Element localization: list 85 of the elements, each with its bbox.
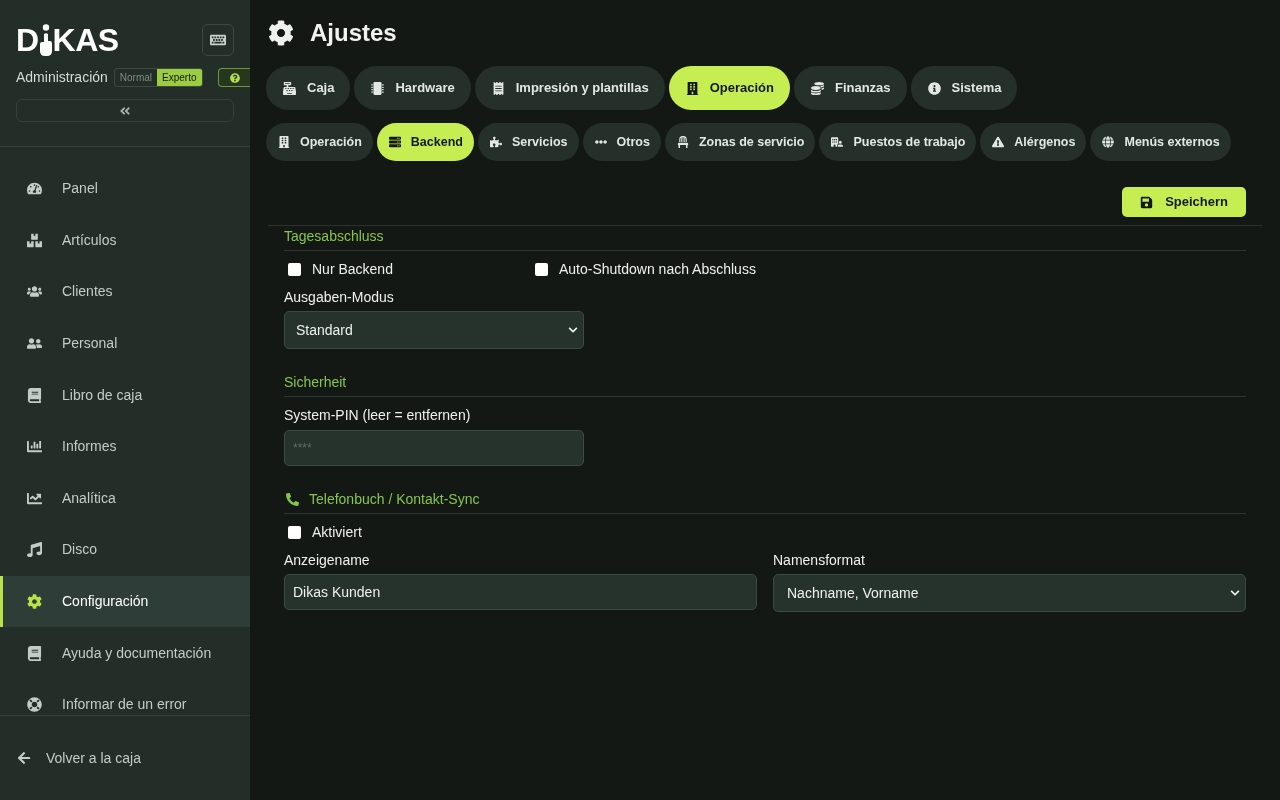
arrow-left-icon [16, 751, 32, 765]
nav-item[interactable]: Analítica [0, 472, 250, 525]
nav-item[interactable]: Ayuda y documentación [0, 627, 250, 679]
mode-option[interactable]: Experto [157, 69, 202, 86]
section-title: Sicherheit [284, 374, 347, 390]
life-ring-icon [26, 697, 42, 713]
user-pair-icon [26, 336, 42, 352]
back-link[interactable]: Volver a la caja [16, 747, 141, 769]
phone-icon [286, 492, 299, 506]
nav-item[interactable]: Personal [0, 317, 250, 370]
nav-item[interactable]: Libro de caja [0, 369, 250, 421]
chip-icon [371, 81, 385, 95]
subtab[interactable]: Backend [376, 123, 474, 161]
text-input[interactable]: Dikas Kunden [284, 574, 757, 610]
settings-icon [268, 20, 294, 46]
nav-item[interactable]: Informes [0, 420, 250, 473]
subtab[interactable]: Alérgenos [980, 123, 1087, 161]
boxes-icon [26, 232, 42, 248]
field-label: Anzeigename [284, 552, 370, 568]
tab[interactable]: Impresión y plantillas [474, 66, 665, 110]
tab[interactable]: Operación [668, 66, 790, 110]
subtab[interactable]: Operación [266, 123, 373, 161]
book-icon [26, 387, 42, 403]
double-chevron-left-icon [119, 104, 131, 117]
keyboard-button[interactable] [202, 24, 234, 56]
select-field[interactable]: Standard [284, 311, 584, 349]
line-chart-icon [26, 490, 42, 506]
subtab[interactable]: Servicios [477, 123, 579, 161]
warning-icon [992, 136, 1005, 148]
cash-register-icon [283, 81, 296, 95]
field-label: Namensformat [773, 552, 865, 568]
settings-icon [26, 594, 42, 610]
pin-input[interactable]: **** [284, 430, 584, 466]
checkbox[interactable] [288, 525, 301, 539]
nav-item[interactable]: Artículos [0, 214, 250, 267]
mode-option[interactable]: Normal [114, 69, 158, 86]
select-field[interactable]: Nachname, Vorname [773, 574, 1246, 612]
chevron-down-icon [568, 325, 578, 335]
checkbox-label: Auto-Shutdown nach Abschluss [559, 259, 756, 279]
keyboard-icon [210, 32, 226, 48]
nav-item[interactable]: Panel [0, 163, 250, 215]
puzzle-icon [489, 136, 502, 148]
globe-icon [1102, 136, 1115, 148]
nav-item[interactable]: Informar de un error [0, 678, 250, 715]
server-icon [388, 136, 401, 148]
tab[interactable]: Finanzas [793, 66, 907, 110]
chevron-down-icon [1230, 588, 1240, 598]
page-title: Ajustes [310, 18, 397, 48]
logo-text: D [16, 24, 39, 56]
tab[interactable]: Hardware [354, 66, 471, 110]
subtab[interactable]: Otros [582, 123, 661, 161]
logo-text: KAS [52, 24, 119, 56]
checkbox-label: Nur Backend [312, 259, 393, 279]
nav-item[interactable]: Disco [0, 524, 250, 576]
subtab[interactable]: Menús externos [1090, 123, 1231, 161]
receipt-icon [491, 81, 505, 95]
subtab[interactable]: Zonas de servicio [664, 123, 816, 161]
section-title: Telefonbuch / Kontakt-Sync [309, 491, 480, 507]
building-icon [685, 81, 699, 95]
field-label: Ausgaben-Modus [284, 289, 394, 305]
section-title: Tagesabschluss [284, 228, 384, 244]
info-icon [927, 81, 941, 95]
music-note-icon [26, 542, 42, 558]
chair-icon [676, 136, 689, 148]
nav-item[interactable]: Configuración [0, 575, 250, 628]
nav-item[interactable]: Clientes [0, 266, 250, 318]
bar-chart-icon [26, 439, 42, 455]
field-label: System-PIN (leer = entfernen) [284, 407, 471, 423]
subtab[interactable]: Puestos de trabajo [819, 123, 977, 161]
checkbox-label: Aktiviert [312, 522, 362, 542]
pointer-finger-icon [39, 24, 52, 56]
checkbox[interactable] [535, 262, 548, 276]
checkbox[interactable] [288, 262, 301, 276]
help-icon [229, 72, 240, 83]
save-button[interactable]: Speichern [1122, 187, 1246, 217]
tab[interactable]: Caja [266, 66, 351, 110]
building-icon [278, 136, 290, 148]
tab[interactable]: Sistema [910, 66, 1018, 110]
book-icon [26, 645, 42, 661]
coins-icon [810, 81, 824, 95]
users-icon [26, 284, 42, 300]
gauge-icon [26, 181, 42, 197]
help-button[interactable] [218, 68, 250, 87]
section-label: Administración [16, 68, 108, 87]
building-user-icon [831, 136, 844, 148]
